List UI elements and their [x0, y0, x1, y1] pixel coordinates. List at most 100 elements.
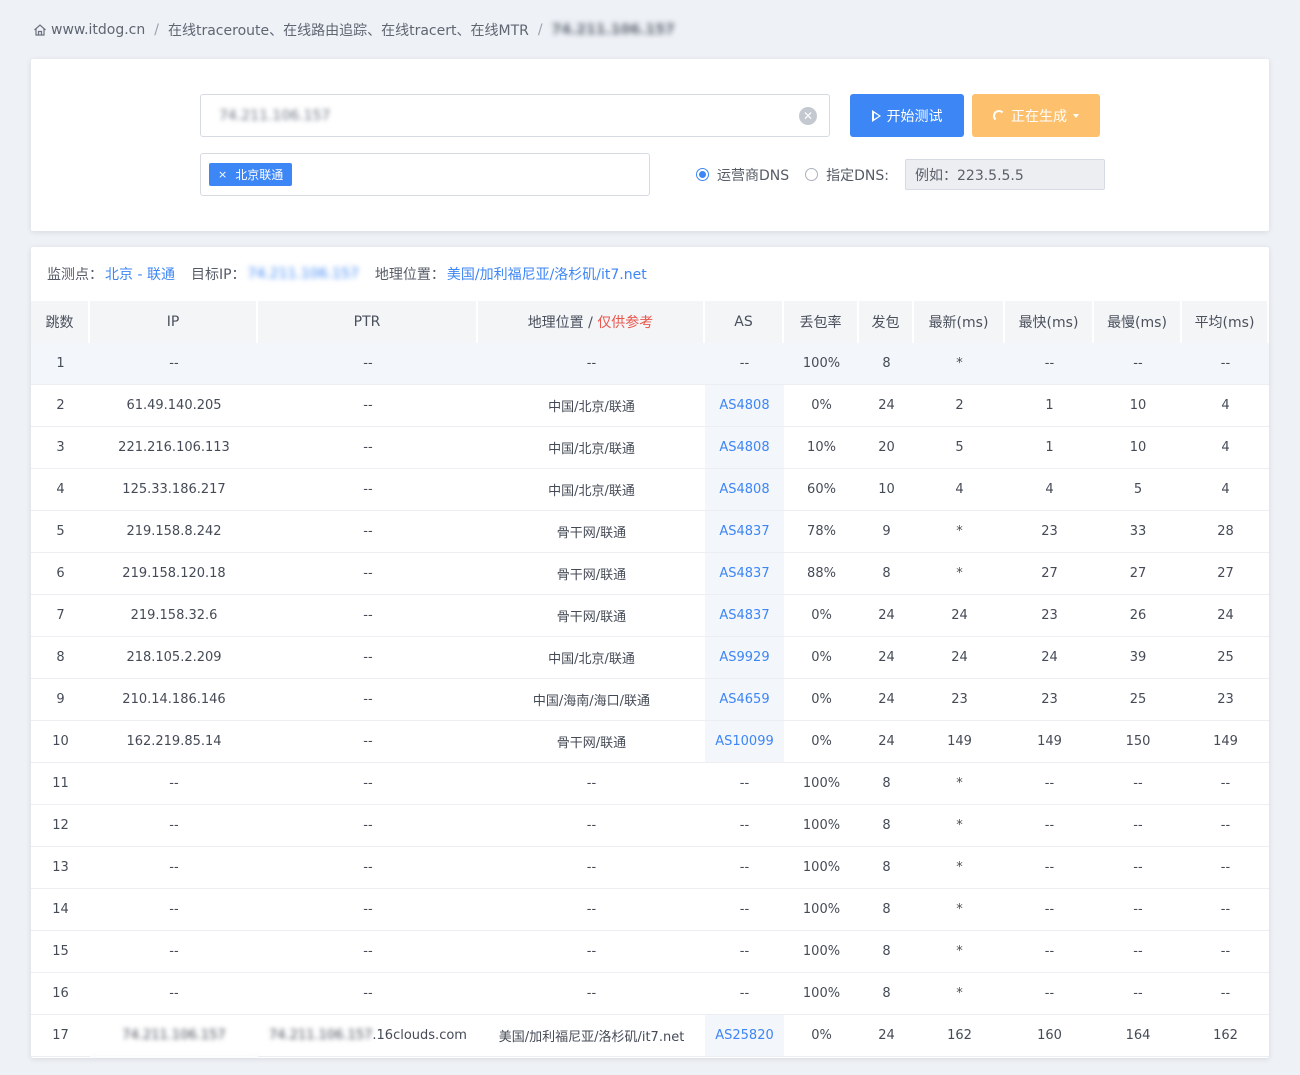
cell-as[interactable]: AS10099 — [705, 721, 784, 763]
cell-best: -- — [1005, 931, 1094, 973]
cell-geo: -- — [478, 847, 705, 889]
cell-ptr: -- — [258, 679, 478, 721]
cell-ip: 219.158.120.18 — [90, 553, 258, 595]
cell-ip: -- — [90, 889, 258, 931]
cell-worst: 33 — [1094, 511, 1182, 553]
cell-avg: 162 — [1182, 1015, 1269, 1057]
cell-geo: 骨干网/联通 — [478, 511, 705, 553]
target-ip-value: 74.211.106.157 — [247, 266, 359, 282]
cell-avg: 23 — [1182, 679, 1269, 721]
node-label: 监测点： — [47, 267, 103, 283]
cell-sent: 24 — [859, 385, 914, 427]
cell-last: * — [914, 343, 1005, 385]
cell-as[interactable]: AS4659 — [705, 679, 784, 721]
cell-worst: -- — [1094, 805, 1182, 847]
cell-hop: 9 — [31, 679, 90, 721]
custom-dns-radio[interactable]: 指定DNS: — [805, 165, 889, 185]
cell-best: 27 — [1005, 553, 1094, 595]
cell-sent: 8 — [859, 343, 914, 385]
cell-sent: 24 — [859, 637, 914, 679]
cell-avg: 149 — [1182, 721, 1269, 763]
cell-ptr: -- — [258, 469, 478, 511]
cell-geo: 中国/海南/海口/联通 — [478, 679, 705, 721]
target-ip-label: 目标IP： — [190, 267, 246, 283]
cell-ptr: -- — [258, 805, 478, 847]
header-loss: 丢包率 — [784, 301, 859, 343]
isp-dns-radio[interactable]: 运营商DNS — [696, 165, 789, 185]
result-panel: 监测点： 北京 - 联通 目标IP： 74.211.106.157 地理位置： … — [31, 247, 1269, 1058]
cell-avg: 4 — [1182, 469, 1269, 511]
cell-as[interactable]: AS9929 — [705, 637, 784, 679]
cell-best: 23 — [1005, 595, 1094, 637]
cell-avg: 4 — [1182, 385, 1269, 427]
cell-as[interactable]: AS4837 — [705, 553, 784, 595]
cell-last: * — [914, 763, 1005, 805]
cell-last: * — [914, 805, 1005, 847]
dns-options: 运营商DNS 指定DNS: 例如：223.5.5.5 — [696, 159, 1105, 190]
hops-table-body: 1 -- -- -- -- 100% 8 * -- -- -- 2 61.49.140.205 -- 中国/… — [31, 343, 1269, 1057]
cell-worst: -- — [1094, 973, 1182, 1015]
cell-last: * — [914, 553, 1005, 595]
cell-sent: 9 — [859, 511, 914, 553]
table-row: 12 -- -- -- -- 100% 8 * -- -- -- — [31, 805, 1269, 847]
spinner-icon — [993, 109, 1005, 122]
cell-ptr: -- — [258, 721, 478, 763]
breadcrumb-site[interactable]: www.itdog.cn — [51, 22, 145, 38]
node-tag: × 北京联通 — [209, 163, 293, 186]
cell-last: * — [914, 889, 1005, 931]
start-test-button[interactable]: 开始测试 — [850, 94, 964, 137]
cell-as[interactable]: AS4808 — [705, 385, 784, 427]
header-ip: IP — [90, 301, 258, 343]
node-value[interactable]: 北京 - 联通 — [105, 264, 175, 284]
cell-as[interactable]: AS4808 — [705, 469, 784, 511]
tag-close-icon[interactable]: × — [218, 168, 227, 181]
cell-best: 23 — [1005, 679, 1094, 721]
header-best: 最快(ms) — [1005, 301, 1094, 343]
cell-as[interactable]: AS4808 — [705, 427, 784, 469]
cell-as[interactable]: AS25820 — [705, 1015, 784, 1057]
cell-geo: -- — [478, 763, 705, 805]
geo-label: 地理位置： — [374, 267, 445, 283]
cell-as[interactable]: AS4837 — [705, 511, 784, 553]
home-icon[interactable] — [33, 23, 47, 37]
table-row: 9 210.14.186.146 -- 中国/海南/海口/联通 AS4659 0% 24 23… — [31, 679, 1269, 721]
cell-worst: 26 — [1094, 595, 1182, 637]
generating-button[interactable]: 正在生成 — [972, 94, 1100, 137]
node-select[interactable]: × 北京联通 — [200, 153, 650, 196]
cell-avg: -- — [1182, 973, 1269, 1015]
generating-label: 正在生成 — [1011, 108, 1067, 125]
cell-as: -- — [705, 889, 784, 931]
cell-sent: 24 — [859, 595, 914, 637]
target-input[interactable] — [219, 95, 779, 136]
header-ptr: PTR — [258, 301, 478, 343]
cell-as: -- — [705, 931, 784, 973]
cell-last: 162 — [914, 1015, 1005, 1057]
cell-hop: 16 — [31, 973, 90, 1015]
geo-value[interactable]: 美国/加利福尼亚/洛杉矶/it7.net — [447, 264, 647, 284]
cell-ip: 219.158.32.6 — [90, 595, 258, 637]
cell-best: -- — [1005, 343, 1094, 385]
header-geo-label: 地理位置 / — [527, 315, 598, 331]
radio-unchecked-icon[interactable] — [805, 168, 819, 181]
cell-ip: 61.49.140.205 — [90, 385, 258, 427]
header-worst: 最慢(ms) — [1094, 301, 1182, 343]
radio-checked-icon[interactable] — [696, 168, 709, 181]
cell-geo: 骨干网/联通 — [478, 553, 705, 595]
breadcrumb: www.itdog.cn / 在线traceroute、在线路由追踪、在线tra… — [33, 20, 675, 40]
cell-ptr: -- — [258, 931, 478, 973]
cell-geo: -- — [478, 805, 705, 847]
custom-dns-placeholder: 例如：223.5.5.5 — [915, 167, 1024, 184]
cell-best: -- — [1005, 973, 1094, 1015]
custom-dns-input[interactable]: 例如：223.5.5.5 — [905, 159, 1105, 190]
cell-as: -- — [705, 805, 784, 847]
cell-geo: 中国/北京/联通 — [478, 385, 705, 427]
table-header-row: 跳数 IP PTR 地理位置 / 仅供参考 AS 丢包率 发包 最新(ms) 最… — [31, 301, 1269, 343]
clear-icon[interactable]: ✕ — [799, 107, 817, 125]
header-hop: 跳数 — [31, 301, 90, 343]
cell-as[interactable]: AS4837 — [705, 595, 784, 637]
cell-avg: -- — [1182, 343, 1269, 385]
table-row: 14 -- -- -- -- 100% 8 * -- -- -- — [31, 889, 1269, 931]
cell-avg: 28 — [1182, 511, 1269, 553]
table-row: 16 -- -- -- -- 100% 8 * -- -- -- — [31, 973, 1269, 1015]
breadcrumb-page[interactable]: 在线traceroute、在线路由追踪、在线tracert、在线MTR — [168, 20, 529, 40]
